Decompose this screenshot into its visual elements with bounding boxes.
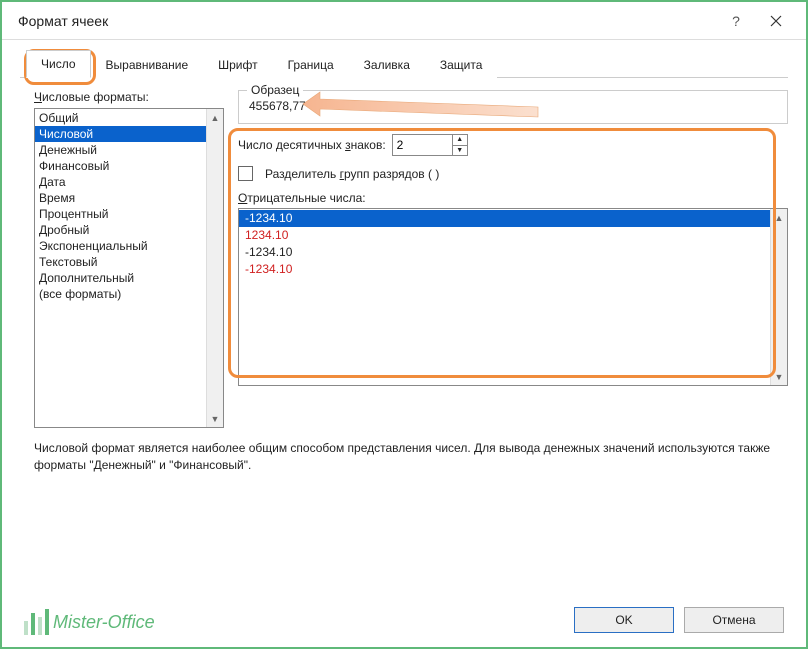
format-description: Числовой формат является наиболее общим …	[2, 434, 806, 474]
list-item[interactable]: Время	[35, 190, 206, 206]
scroll-up-icon[interactable]: ▲	[207, 109, 223, 126]
scroll-up-icon[interactable]: ▲	[771, 209, 787, 226]
scroll-down-icon[interactable]: ▼	[207, 410, 223, 427]
spinner-up-icon[interactable]: ▲	[453, 135, 467, 146]
list-item[interactable]: -1234.10	[239, 210, 770, 227]
list-item[interactable]: Дополнительный	[35, 270, 206, 286]
tab-number[interactable]: Число	[26, 50, 91, 78]
list-item[interactable]: Общий	[35, 110, 206, 126]
negative-numbers-listbox[interactable]: -1234.10 1234.10 -1234.10 -1234.10 ▲ ▼	[238, 208, 788, 386]
spinner-down-icon[interactable]: ▼	[453, 146, 467, 156]
number-formats-label: Числовые форматы:	[34, 90, 224, 104]
list-item[interactable]: -1234.10	[239, 261, 770, 278]
decimals-spinner[interactable]: ▲ ▼	[392, 134, 468, 156]
list-item[interactable]: Экспоненциальный	[35, 238, 206, 254]
thousands-label: Разделитель групп разрядов ( )	[265, 167, 439, 181]
tabstrip: Число Выравнивание Шрифт Граница Заливка…	[2, 40, 806, 78]
titlebar: Формат ячеек ?	[2, 2, 806, 40]
format-cells-dialog: Формат ячеек ? Число Выравнивание Шрифт …	[0, 0, 808, 649]
scroll-down-icon[interactable]: ▼	[771, 368, 787, 385]
tab-protection[interactable]: Защита	[425, 51, 498, 78]
help-button[interactable]: ?	[716, 3, 756, 39]
watermark-text: Mister-Office	[53, 612, 155, 633]
number-formats-listbox[interactable]: Общий Числовой Денежный Финансовый Дата …	[34, 108, 224, 428]
listbox-scrollbar[interactable]: ▲ ▼	[206, 109, 223, 427]
list-item[interactable]: -1234.10	[239, 244, 770, 261]
sample-label: Образец	[247, 83, 303, 97]
dialog-footer: OK Отмена	[574, 607, 784, 633]
list-item[interactable]: Денежный	[35, 142, 206, 158]
close-icon	[770, 15, 782, 27]
tab-alignment[interactable]: Выравнивание	[91, 51, 204, 78]
list-item[interactable]: Финансовый	[35, 158, 206, 174]
tab-border[interactable]: Граница	[273, 51, 349, 78]
watermark-logo-icon	[24, 609, 49, 635]
list-item[interactable]: Дата	[35, 174, 206, 190]
list-item[interactable]: Числовой	[35, 126, 206, 142]
list-item[interactable]: Дробный	[35, 222, 206, 238]
tab-font[interactable]: Шрифт	[203, 51, 272, 78]
sample-value: 455678,77	[249, 97, 777, 113]
list-item[interactable]: 1234.10	[239, 227, 770, 244]
list-item[interactable]: (все форматы)	[35, 286, 206, 302]
list-item[interactable]: Текстовый	[35, 254, 206, 270]
thousands-checkbox[interactable]	[238, 166, 253, 181]
ok-button[interactable]: OK	[574, 607, 674, 633]
number-settings: Число десятичных знаков: ▲ ▼ Разделитель…	[238, 134, 788, 386]
tab-fill[interactable]: Заливка	[349, 51, 425, 78]
close-button[interactable]	[756, 3, 796, 39]
listbox-scrollbar[interactable]: ▲ ▼	[770, 209, 787, 385]
sample-groupbox: Образец 455678,77	[238, 90, 788, 124]
watermark: Mister-Office	[24, 609, 155, 635]
thousands-separator-row[interactable]: Разделитель групп разрядов ( )	[238, 166, 788, 181]
negative-numbers-label: Отрицательные числа:	[238, 191, 788, 205]
decimals-label: Число десятичных знаков:	[238, 138, 386, 152]
list-item[interactable]: Процентный	[35, 206, 206, 222]
decimals-input[interactable]	[392, 134, 452, 156]
window-title: Формат ячеек	[18, 13, 108, 29]
cancel-button[interactable]: Отмена	[684, 607, 784, 633]
